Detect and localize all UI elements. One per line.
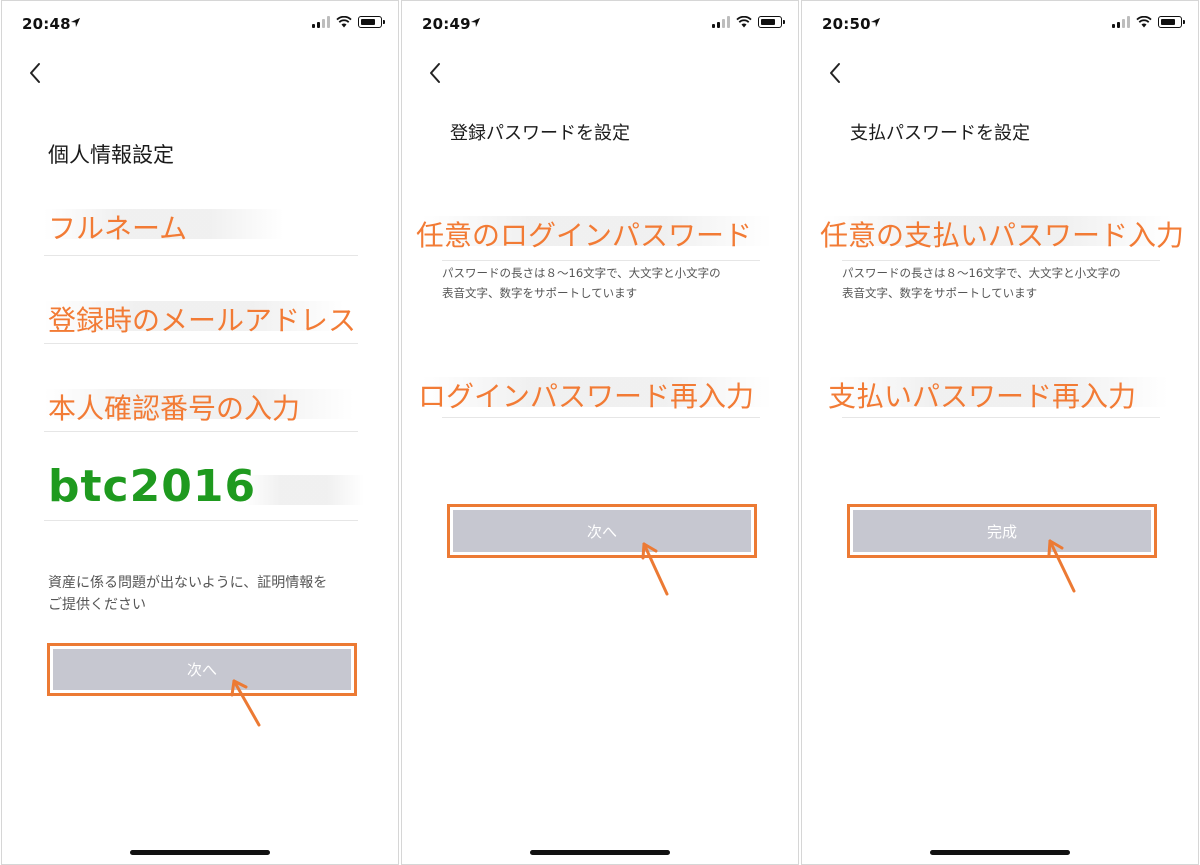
verification-code-annotation: 本人確認番号の入力 (48, 392, 301, 425)
info-hint-line-1: 資産に係る問題が出ないように、証明情報を (48, 575, 328, 591)
status-icons (1112, 16, 1185, 28)
payment-password-annotation: 任意の支払いパスワード入力 (820, 219, 1185, 252)
wifi-icon (736, 16, 752, 28)
status-time: 20:50 (822, 15, 871, 33)
email-annotation: 登録時のメールアドレス (48, 304, 357, 337)
wifi-icon (1136, 16, 1152, 28)
verification-code-field[interactable]: 本人確認番号の入力 (44, 377, 358, 432)
back-button[interactable] (422, 59, 450, 87)
next-button[interactable]: 次へ (53, 649, 351, 690)
invite-code-field[interactable]: btc2016 (44, 451, 364, 521)
pointer-arrow-icon (1047, 539, 1076, 593)
status-icons (312, 16, 385, 28)
signal-icon (1112, 16, 1130, 28)
battery-icon (758, 16, 785, 28)
phone-screen-payment-password: 20:50 支払パスワードを設定 任意の支払いパスワード入力 パスワードの長さは… (801, 0, 1199, 865)
payment-password-confirm-field[interactable]: 支払いパスワード再入力 (828, 363, 1168, 418)
complete-button[interactable]: 完成 (853, 510, 1151, 552)
screenshot-triptych: 20:48 個人情報設定 フルネーム 登録時のメールアドレス 本人確認番号の入力… (0, 0, 1200, 865)
phone-screen-login-password: 20:49 登録パスワードを設定 任意のログインパスワード パスワードの長さは８… (401, 0, 799, 865)
page-title: 個人情報設定 (48, 143, 174, 167)
password-hint-line-2: 表音文字、数字をサポートしています (842, 286, 1038, 300)
back-button[interactable] (22, 59, 50, 87)
pointer-arrow-icon (230, 679, 261, 727)
location-icon (870, 17, 881, 28)
password-hint-line-2: 表音文字、数字をサポートしています (442, 286, 638, 300)
status-time: 20:49 (422, 15, 471, 33)
page-title: 登録パスワードを設定 (450, 123, 630, 144)
signal-icon (712, 16, 730, 28)
battery-icon (1158, 16, 1185, 28)
location-icon (470, 17, 481, 28)
status-icons (712, 16, 785, 28)
full-name-annotation: フルネーム (48, 212, 188, 245)
info-hint-line-2: ご提供ください (48, 597, 146, 613)
password-hint: パスワードの長さは８～16文字で、大文字と小文字の 表音文字、数字をサポートして… (442, 263, 721, 303)
login-password-field[interactable]: 任意のログインパスワード (416, 206, 772, 261)
login-password-annotation: 任意のログインパスワード (416, 219, 753, 252)
login-password-confirm-annotation: ログインパスワード再入力 (418, 380, 755, 413)
pointer-arrow-icon (641, 542, 669, 596)
signal-icon (312, 16, 330, 28)
home-indicator (930, 850, 1070, 855)
battery-icon (358, 16, 385, 28)
invite-code-value: btc2016 (48, 461, 257, 512)
location-icon (70, 17, 81, 28)
next-button[interactable]: 次へ (453, 510, 751, 552)
wifi-icon (336, 16, 352, 28)
full-name-field[interactable]: フルネーム (44, 201, 358, 256)
page-title: 支払パスワードを設定 (850, 123, 1030, 144)
phone-screen-personal-info: 20:48 個人情報設定 フルネーム 登録時のメールアドレス 本人確認番号の入力… (1, 0, 399, 865)
home-indicator (130, 850, 270, 855)
back-button[interactable] (822, 59, 850, 87)
payment-password-confirm-annotation: 支払いパスワード再入力 (828, 380, 1137, 413)
home-indicator (530, 850, 670, 855)
email-field[interactable]: 登録時のメールアドレス (44, 289, 358, 344)
status-time: 20:48 (22, 15, 71, 33)
password-hint-line-1: パスワードの長さは８～16文字で、大文字と小文字の (442, 266, 721, 280)
password-hint-line-1: パスワードの長さは８～16文字で、大文字と小文字の (842, 266, 1121, 280)
payment-password-field[interactable]: 任意の支払いパスワード入力 (820, 206, 1184, 261)
login-password-confirm-field[interactable]: ログインパスワード再入力 (418, 363, 772, 418)
password-hint: パスワードの長さは８～16文字で、大文字と小文字の 表音文字、数字をサポートして… (842, 263, 1121, 303)
info-hint: 資産に係る問題が出ないように、証明情報を ご提供ください (48, 572, 327, 616)
